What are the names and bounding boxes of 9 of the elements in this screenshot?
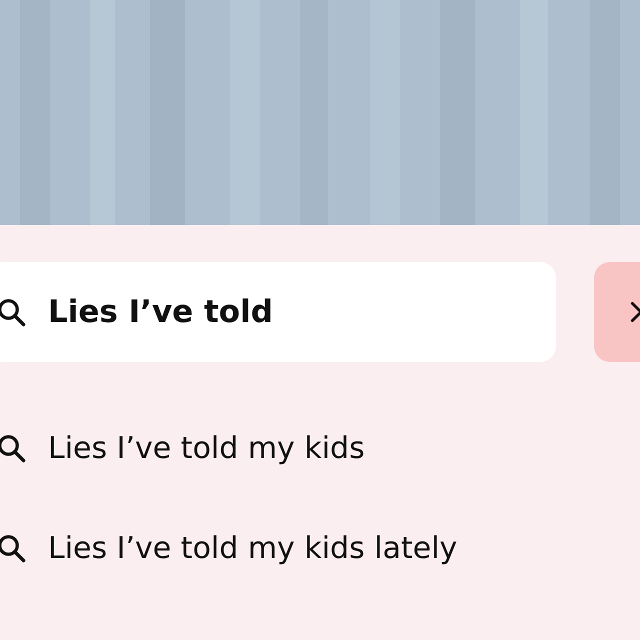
suggestion-item[interactable]: Lies I’ve told my kids lately (0, 498, 640, 598)
search-icon (0, 297, 26, 327)
suggestion-text: Lies I’ve told my kids lately (48, 530, 458, 566)
suggestion-item[interactable]: Lies I’ve told my kids (0, 398, 640, 498)
search-text: Lies I’ve told (48, 294, 273, 330)
search-field[interactable]: Lies I’ve told (0, 262, 556, 362)
search-icon (0, 533, 26, 563)
suggestion-text: Lies I’ve told my kids (48, 430, 365, 466)
search-icon (0, 433, 26, 463)
